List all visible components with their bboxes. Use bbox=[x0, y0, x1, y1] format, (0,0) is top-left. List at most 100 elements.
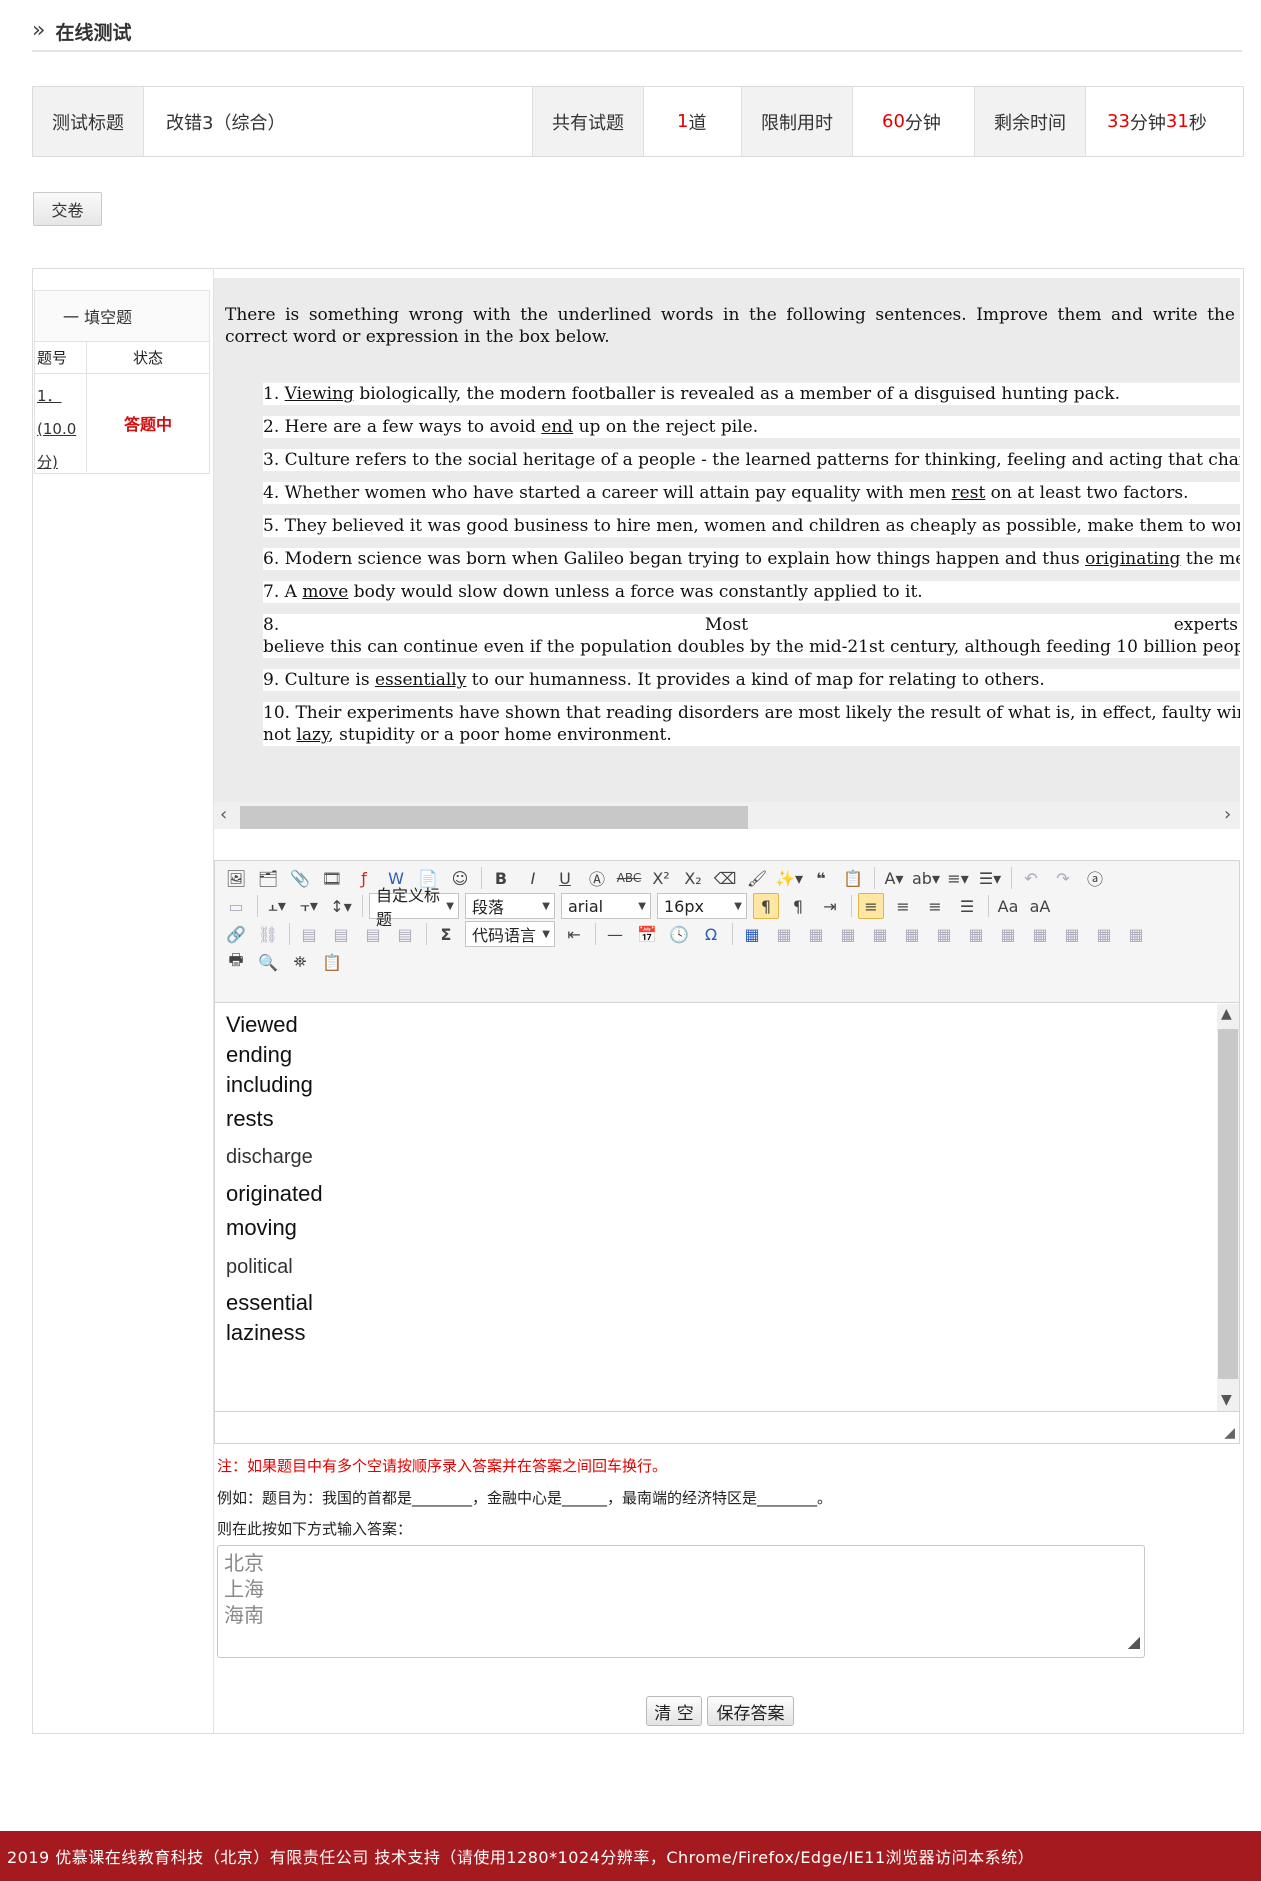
lowercase-icon[interactable]: aA bbox=[1027, 893, 1053, 919]
scrollbar-thumb[interactable] bbox=[240, 806, 748, 829]
attachment-icon[interactable]: 📎 bbox=[287, 865, 313, 891]
vertical-scrollbar[interactable]: ▲ ▼ bbox=[1217, 1004, 1239, 1411]
preview-icon[interactable]: 🔍 bbox=[255, 949, 281, 975]
horizontal-scrollbar[interactable]: ‹ › bbox=[214, 802, 1240, 829]
paragraph-select[interactable]: 段落 ▼ bbox=[465, 893, 555, 919]
strikethrough-icon[interactable]: ABC bbox=[616, 865, 642, 891]
uppercase-icon[interactable]: Aa bbox=[995, 893, 1021, 919]
question-stem: There is something wrong with the underl… bbox=[214, 278, 1240, 829]
scrollbar-thumb[interactable] bbox=[1218, 1029, 1238, 1379]
merge-cells-icon[interactable]: ▦ bbox=[963, 921, 989, 947]
insert-col-icon[interactable]: ▦ bbox=[899, 921, 925, 947]
horizontal-line-icon[interactable]: — bbox=[602, 921, 628, 947]
font-size-select[interactable]: 16px ▼ bbox=[657, 893, 747, 919]
ordered-list-icon[interactable]: ≡▾ bbox=[945, 865, 971, 891]
insert-row-icon[interactable]: ▦ bbox=[835, 921, 861, 947]
scroll-left-icon[interactable]: ‹ bbox=[220, 804, 227, 825]
example-line-3: 海南 bbox=[224, 1603, 264, 1627]
font-color-icon[interactable]: A▾ bbox=[881, 865, 907, 891]
date-icon[interactable]: 📅 bbox=[634, 921, 660, 947]
submit-exam-button[interactable]: 交卷 bbox=[33, 192, 102, 226]
subscript-icon[interactable]: X₂ bbox=[680, 865, 706, 891]
blockquote-icon[interactable]: ❝ bbox=[808, 865, 834, 891]
toolbar-separator bbox=[362, 895, 363, 917]
delete-row-icon[interactable]: ▦ bbox=[867, 921, 893, 947]
split-cols-icon[interactable]: ▦ bbox=[1123, 921, 1149, 947]
resize-grip-icon[interactable]: ◢ bbox=[1224, 1425, 1235, 1441]
split-cells-icon[interactable]: ▦ bbox=[1059, 921, 1085, 947]
question-instructions: There is something wrong with the underl… bbox=[225, 305, 1235, 347]
superscript-icon[interactable]: X² bbox=[648, 865, 674, 891]
ltr-icon[interactable]: ¶ bbox=[753, 893, 779, 919]
font-family-select[interactable]: arial ▼ bbox=[561, 893, 651, 919]
sentence-list: 1. Viewing biologically, the modern foot… bbox=[263, 383, 1240, 757]
eraser-icon[interactable]: ⌫ bbox=[712, 865, 738, 891]
align-center-icon[interactable]: ≡ bbox=[890, 893, 916, 919]
unordered-list-icon[interactable]: ☰▾ bbox=[977, 865, 1003, 891]
code-block-icon[interactable]: ⇤ bbox=[561, 921, 587, 947]
format-painter-icon[interactable]: 🖌 bbox=[744, 865, 770, 891]
multi-image-icon[interactable]: 🗂 bbox=[255, 865, 281, 891]
page-break-icon[interactable]: ▭ bbox=[223, 893, 249, 919]
dropdown-arrow-icon: ▼ bbox=[446, 900, 454, 912]
scroll-up-icon[interactable]: ▲ bbox=[1221, 1006, 1232, 1022]
highlight-color-icon[interactable]: ab▾ bbox=[912, 865, 940, 891]
anchor-icon[interactable]: ⓐ bbox=[1082, 865, 1108, 891]
indent-icon[interactable]: ⇥ bbox=[817, 893, 843, 919]
scroll-right-icon[interactable]: › bbox=[1224, 804, 1231, 825]
answer-line-2: ending bbox=[226, 1042, 293, 1067]
merge-right-icon[interactable]: ▦ bbox=[995, 921, 1021, 947]
drafts-icon[interactable]: 📋 bbox=[319, 949, 345, 975]
search-replace-icon[interactable]: ⛯ bbox=[287, 949, 313, 975]
insert-paragraph-before-table-icon[interactable]: ▦ bbox=[803, 921, 829, 947]
unlink-icon[interactable]: ⛓ bbox=[255, 921, 281, 947]
print-icon[interactable]: 🖶 bbox=[223, 949, 249, 975]
link-icon[interactable]: 🔗 bbox=[223, 921, 249, 947]
section-fill-blank: 一 填空题 bbox=[35, 291, 209, 342]
align-justify-icon[interactable]: ☰ bbox=[954, 893, 980, 919]
emoji-icon[interactable]: ☺ bbox=[447, 865, 473, 891]
line-height-icon[interactable]: ↕▾ bbox=[328, 893, 354, 919]
merge-down-icon[interactable]: ▦ bbox=[1027, 921, 1053, 947]
time-icon[interactable]: 🕓 bbox=[666, 921, 692, 947]
row-spacing-bottom-icon[interactable]: ⫟▾ bbox=[296, 893, 322, 919]
rtl-icon[interactable]: ¶ bbox=[785, 893, 811, 919]
question-number-link[interactable]: 1． (10.0 分) bbox=[35, 374, 87, 472]
align-left-icon[interactable]: ≡ bbox=[858, 893, 884, 919]
split-rows-icon[interactable]: ▦ bbox=[1091, 921, 1117, 947]
clear-button[interactable]: 清 空 bbox=[646, 1696, 702, 1726]
row-spacing-top-icon[interactable]: ⫠▾ bbox=[264, 893, 290, 919]
underline-icon[interactable]: U bbox=[552, 865, 578, 891]
image-left-icon[interactable]: ▤ bbox=[328, 921, 354, 947]
video-icon[interactable]: 🎞 bbox=[319, 865, 345, 891]
image-center-icon[interactable]: ▤ bbox=[392, 921, 418, 947]
special-chars-icon[interactable]: Ω bbox=[698, 921, 724, 947]
undo-icon[interactable]: ↶ bbox=[1018, 865, 1044, 891]
answer-line-8: political bbox=[226, 1256, 293, 1278]
col-number-header: 题号 bbox=[35, 342, 87, 373]
image-right-icon[interactable]: ▤ bbox=[360, 921, 386, 947]
redo-icon[interactable]: ↷ bbox=[1050, 865, 1076, 891]
delete-table-icon[interactable]: ▦ bbox=[771, 921, 797, 947]
custom-heading-select[interactable]: 自定义标题 ▼ bbox=[369, 886, 459, 929]
scroll-down-icon[interactable]: ▼ bbox=[1221, 1392, 1232, 1408]
formula-icon[interactable]: Σ bbox=[433, 921, 459, 947]
align-right-icon[interactable]: ≡ bbox=[922, 893, 948, 919]
answer-example-textarea[interactable]: 北京 上海 海南 ◢ bbox=[217, 1545, 1145, 1658]
autotypeset-icon[interactable]: ✨▾ bbox=[775, 865, 803, 891]
insert-table-icon[interactable]: ▦ bbox=[739, 921, 765, 947]
resize-grip-icon[interactable]: ◢ bbox=[1128, 1629, 1140, 1655]
bold-icon[interactable]: B bbox=[488, 865, 514, 891]
flash-icon[interactable]: ƒ bbox=[351, 865, 377, 891]
italic-icon[interactable]: I bbox=[520, 865, 546, 891]
image-icon[interactable]: 🖼 bbox=[223, 865, 249, 891]
answer-editor: 🖼 🗂 📎 🎞 ƒ W 📄 ☺ B I U Ⓐ ABC X² X₂ ⌫ 🖌 ✨▾… bbox=[214, 860, 1240, 1444]
code-language-select[interactable]: 代码语言 ▼ bbox=[465, 921, 555, 947]
image-none-icon[interactable]: ▤ bbox=[296, 921, 322, 947]
font-border-icon[interactable]: Ⓐ bbox=[584, 865, 610, 891]
delete-col-icon[interactable]: ▦ bbox=[931, 921, 957, 947]
answer-editor-body[interactable]: Viewed ending including rests discharge … bbox=[215, 1004, 1215, 1411]
save-answer-button[interactable]: 保存答案 bbox=[707, 1696, 794, 1726]
sentence-4: 4. Whether women who have started a care… bbox=[263, 482, 1240, 504]
paste-plain-icon[interactable]: 📋 bbox=[840, 865, 866, 891]
